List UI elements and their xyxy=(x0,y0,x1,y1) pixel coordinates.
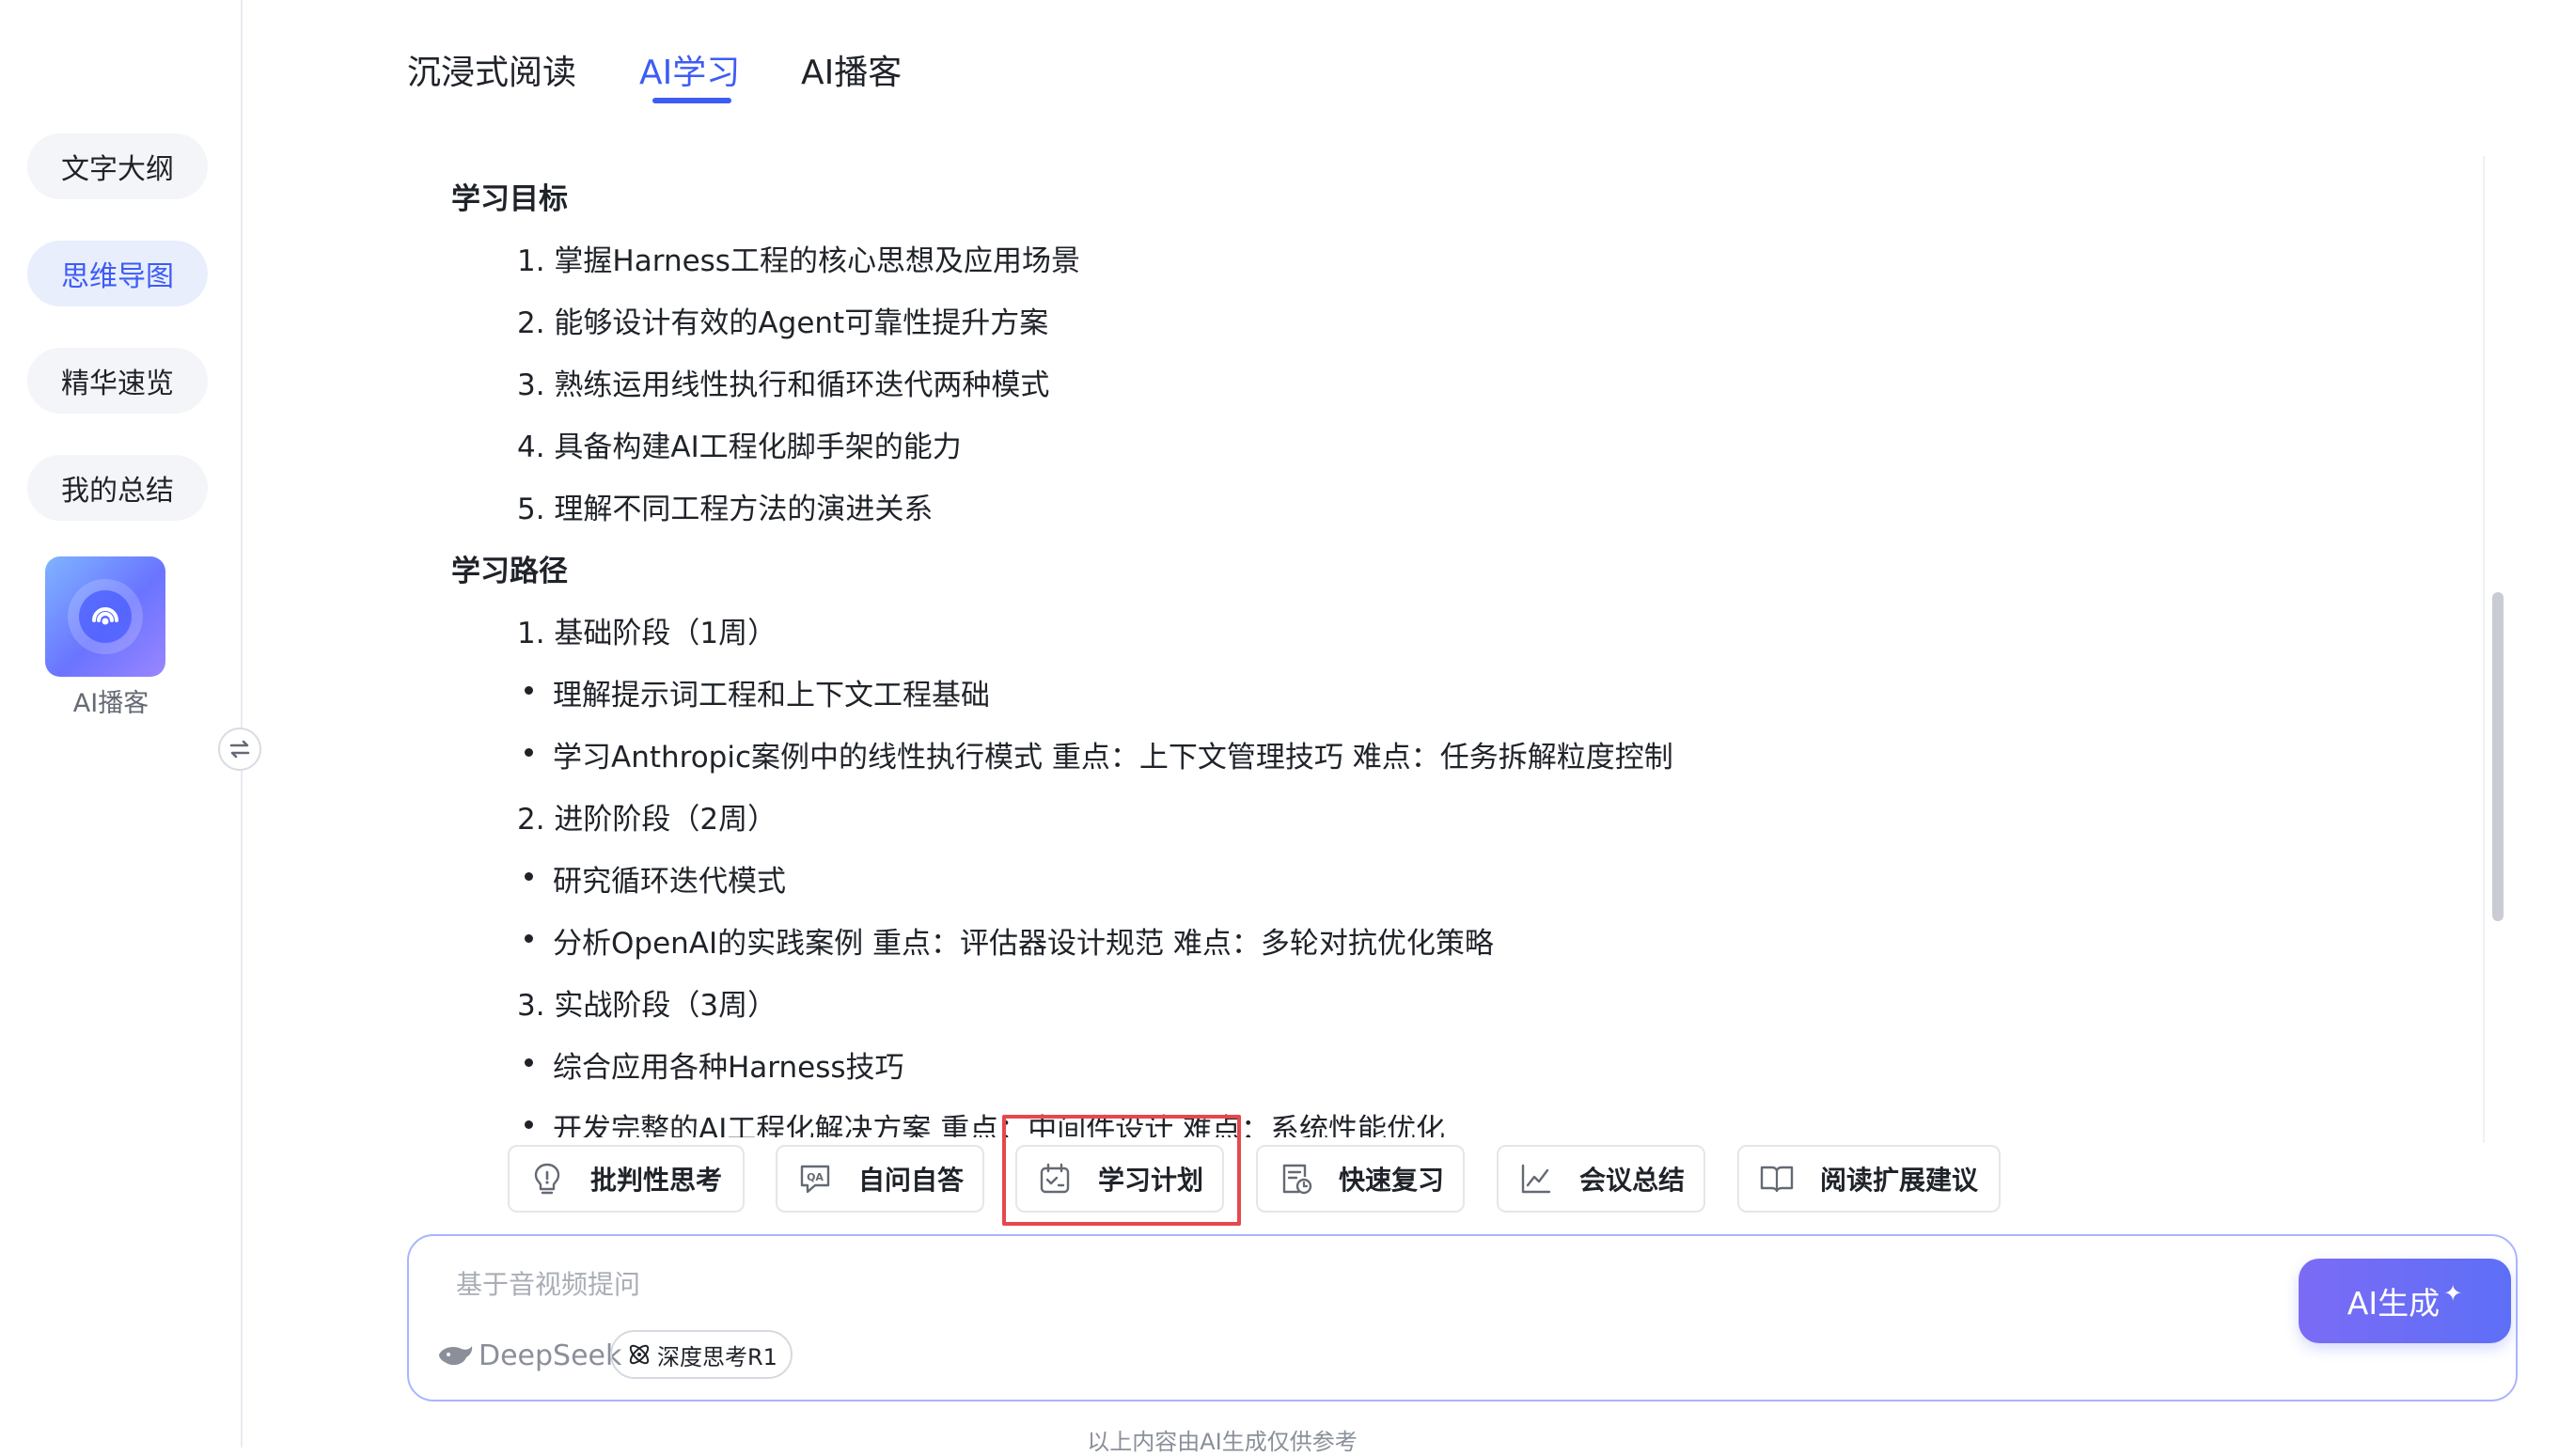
bullet-text: 理解提示词工程和上下文工程基础 xyxy=(553,679,990,712)
bullet-dot xyxy=(525,872,533,881)
bullet-text: 综合应用各种Harness技巧 xyxy=(553,1051,904,1085)
bullet-item: 理解提示词工程和上下文工程基础 xyxy=(525,671,990,713)
critical-thinking-chip[interactable]: 批判性思考 xyxy=(508,1145,745,1213)
sidebar-item-highlights[interactable]: 精华速览 xyxy=(27,348,208,414)
generate-label: AI生成 xyxy=(2347,1285,2441,1322)
bullet-item: 分析OpenAI的实践案例 重点：评估器设计规范 难点：多轮对抗优化策略 xyxy=(525,919,1494,962)
open-book-icon xyxy=(1760,1166,1794,1193)
chip-label: 自问自答 xyxy=(858,1165,965,1196)
bullet-item: 研究循环迭代模式 xyxy=(525,857,786,900)
list-item: 1. 掌握Harness工程的核心思想及应用场景 xyxy=(517,244,1080,278)
question-input[interactable] xyxy=(454,1255,1868,1313)
svg-text:QA: QA xyxy=(807,1171,824,1183)
question-input-box: DeepSeek 深度思考R1 AI生成 ✦ xyxy=(407,1234,2518,1401)
bullet-dot xyxy=(525,934,533,943)
swap-arrows-icon xyxy=(229,740,250,759)
bullet-item: 学习Anthropic案例中的线性执行模式 重点：上下文管理技巧 难点：任务拆解… xyxy=(525,733,1673,775)
lightbulb-icon xyxy=(534,1163,560,1195)
sidebar-item-label: 我的总结 xyxy=(61,475,174,508)
bullet-text: 分析OpenAI的实践案例 重点：评估器设计规范 难点：多轮对抗优化策略 xyxy=(553,927,1494,961)
list-item: 4. 具备构建AI工程化脚手架的能力 xyxy=(517,431,962,464)
bullet-item: 综合应用各种Harness技巧 xyxy=(525,1043,904,1086)
section-heading: 学习路径 xyxy=(451,555,568,588)
sidebar-toggle-button[interactable] xyxy=(218,728,261,771)
bullet-dot xyxy=(525,748,533,757)
qa-chat-icon: QA xyxy=(800,1165,830,1194)
sidebar-item-label: 思维导图 xyxy=(61,260,174,293)
list-item: 2. 能够设计有效的Agent可靠性提升方案 xyxy=(517,306,1049,340)
line-chart-icon xyxy=(1521,1164,1551,1194)
podcast-caption: AI播客 xyxy=(72,689,149,718)
sidebar-item-label: 文字大纲 xyxy=(61,153,174,186)
learning-plan-content: 学习目标 1. 掌握Harness工程的核心思想及应用场景 2. 能够设计有效的… xyxy=(451,169,2463,1137)
bullet-text: 开发完整的AI工程化解决方案 重点：中间件设计 难点：系统性能优化 xyxy=(553,1113,1446,1137)
highlight-annotation-box xyxy=(1002,1115,1241,1226)
reading-suggestions-chip[interactable]: 阅读扩展建议 xyxy=(1737,1145,2001,1213)
sidebar: 文字大纲 思维导图 精华速览 我的总结 AI播客 xyxy=(0,0,243,1448)
section-heading: 学习目标 xyxy=(451,182,568,216)
review-clock-icon xyxy=(1282,1164,1312,1195)
podcast-broadcast-icon xyxy=(68,579,143,654)
chip-label: 会议总结 xyxy=(1579,1165,1686,1196)
deep-think-toggle[interactable]: 深度思考R1 xyxy=(610,1330,793,1379)
list-item: 3. 实战阶段（3周） xyxy=(517,989,777,1023)
list-item: 5. 理解不同工程方法的演进关系 xyxy=(517,493,934,526)
sidebar-item-mind-map[interactable]: 思维导图 xyxy=(27,241,208,306)
sidebar-item-text-outline[interactable]: 文字大纲 xyxy=(27,133,208,199)
content-scrollbar-thumb[interactable] xyxy=(2492,592,2504,921)
ai-generate-button[interactable]: AI生成 ✦ xyxy=(2299,1259,2511,1343)
ai-podcast-button[interactable] xyxy=(45,556,165,677)
list-item: 3. 熟练运用线性执行和循环迭代两种模式 xyxy=(517,368,1050,402)
active-tab-indicator xyxy=(652,98,731,103)
bullet-item: 开发完整的AI工程化解决方案 重点：中间件设计 难点：系统性能优化 xyxy=(525,1105,1445,1137)
bullet-dot xyxy=(525,686,533,695)
sidebar-item-label: 精华速览 xyxy=(61,368,174,400)
chip-label: 阅读扩展建议 xyxy=(1820,1165,1979,1196)
list-item: 1. 基础阶段（1周） xyxy=(517,617,777,650)
chip-label: 快速复习 xyxy=(1339,1165,1445,1196)
bullet-dot xyxy=(525,1058,533,1067)
bullet-text: 研究循环迭代模式 xyxy=(553,865,786,899)
sparkle-icon: ✦ xyxy=(2443,1280,2463,1307)
tab-immersive-reading[interactable]: 沉浸式阅读 xyxy=(407,45,576,94)
quick-review-chip[interactable]: 快速复习 xyxy=(1256,1145,1465,1213)
sidebar-item-my-summary[interactable]: 我的总结 xyxy=(27,455,208,521)
bullet-text: 学习Anthropic案例中的线性执行模式 重点：上下文管理技巧 难点：任务拆解… xyxy=(553,741,1673,775)
ai-disclaimer: 以上内容由AI生成仅供参考 xyxy=(1087,1429,1358,1455)
deepseek-whale-icon xyxy=(439,1346,473,1366)
self-qa-chip[interactable]: QA 自问自答 xyxy=(776,1145,984,1213)
model-selector[interactable]: DeepSeek xyxy=(435,1332,621,1379)
meeting-summary-chip[interactable]: 会议总结 xyxy=(1497,1145,1705,1213)
tab-ai-podcast[interactable]: AI播客 xyxy=(801,45,902,94)
tab-ai-learning[interactable]: AI学习 xyxy=(639,45,740,94)
atom-icon xyxy=(629,1344,650,1365)
list-item: 2. 进阶阶段（2周） xyxy=(517,803,777,837)
model-label: DeepSeek xyxy=(479,1339,622,1372)
bullet-dot xyxy=(525,1120,533,1129)
deep-think-label: 深度思考R1 xyxy=(657,1343,777,1370)
chip-label: 批判性思考 xyxy=(590,1165,723,1196)
